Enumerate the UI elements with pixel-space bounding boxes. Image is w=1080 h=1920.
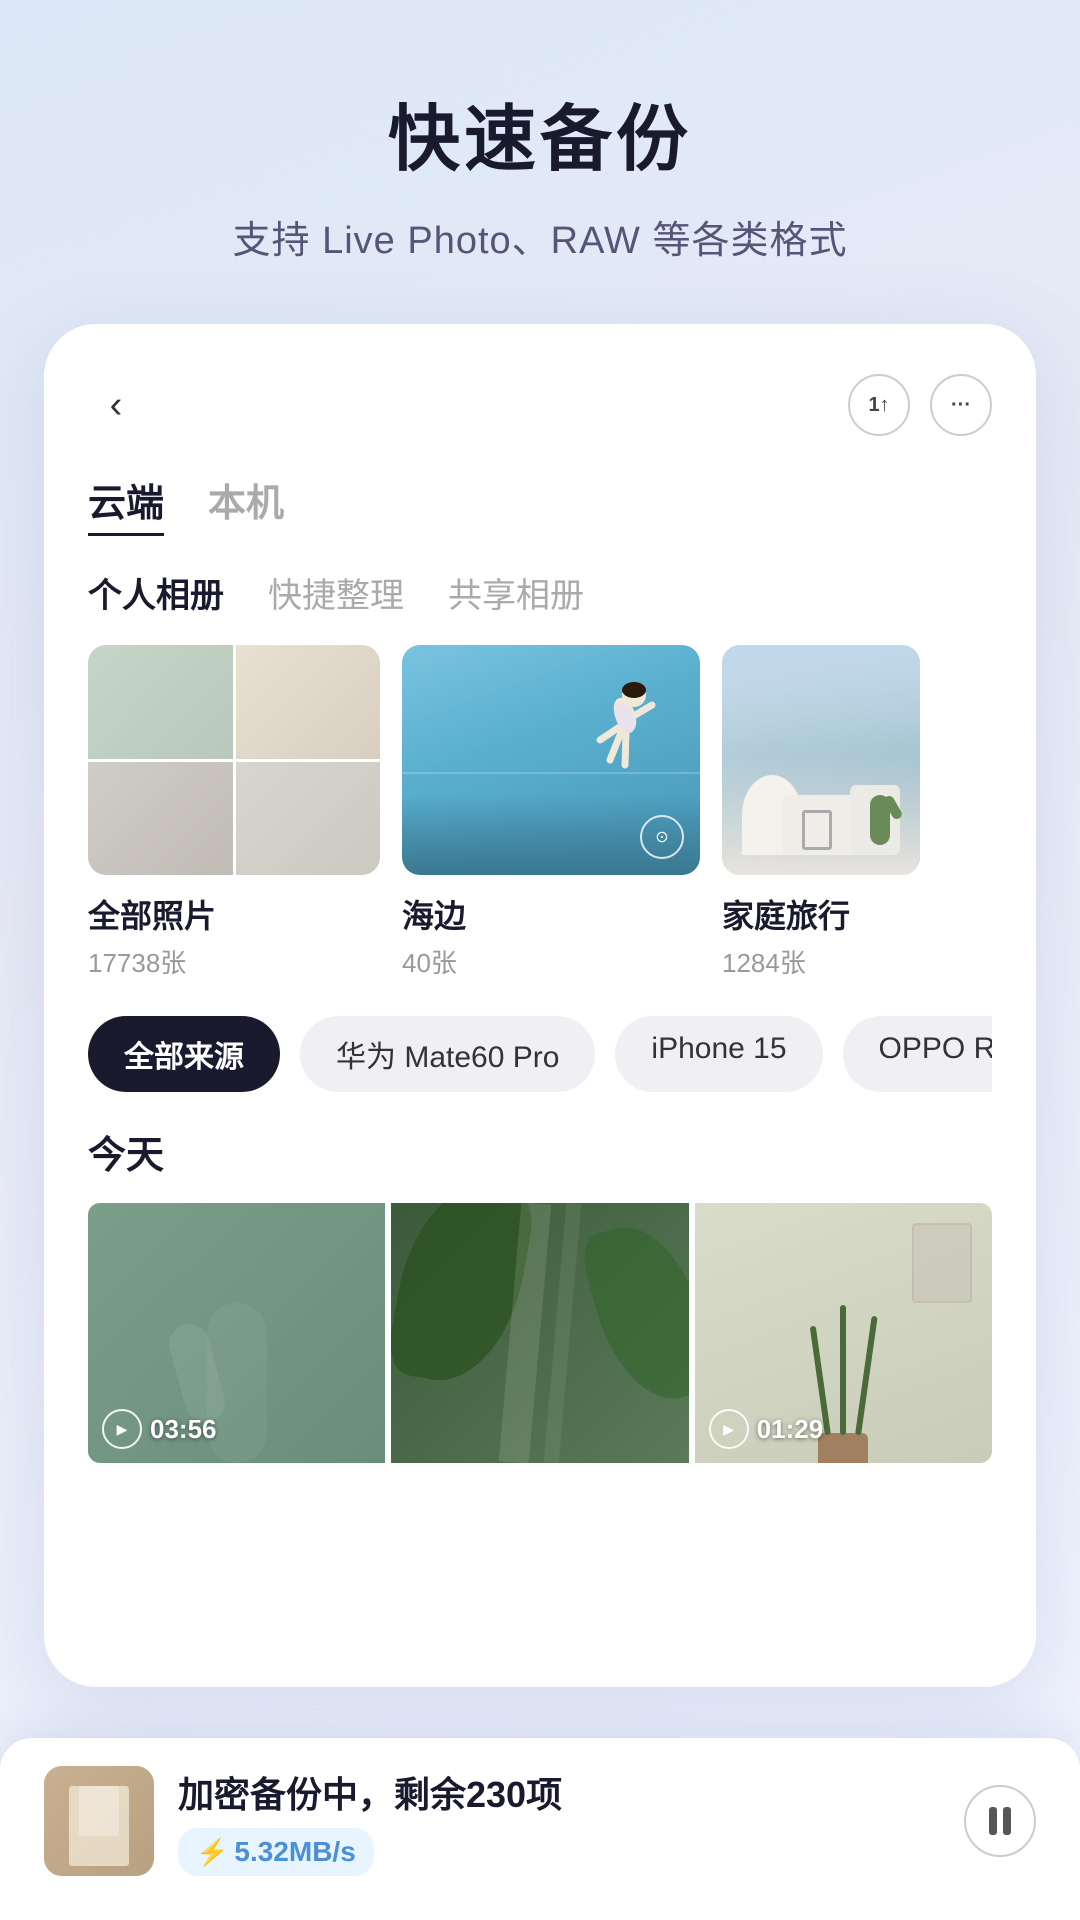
tab-cloud[interactable]: 云端 [88, 472, 164, 536]
main-tabs: 云端 本机 [88, 472, 992, 536]
album-family-count: 1284张 [722, 943, 920, 980]
sub-tabs: 个人相册 快捷整理 共享相册 [88, 568, 992, 617]
today-photos-grid: ▶ 03:56 [88, 1203, 992, 1463]
backup-info: 加密备份中，剩余230项 ⚡ 5.32MB/s [178, 1766, 940, 1876]
album-all-photos[interactable]: 全部照片 17738张 [88, 645, 380, 980]
play-button-1[interactable]: ▶ [102, 1409, 142, 1449]
more-icon-label: ··· [951, 394, 971, 417]
top-icons: 1↑ ··· [848, 374, 992, 436]
family-thumb [722, 645, 920, 875]
phone-card: ‹ 1↑ ··· 云端 本机 个人相册 快捷整理 共享相册 [44, 324, 1036, 1687]
tab-quick-sort[interactable]: 快捷整理 [268, 568, 404, 617]
album-all-count: 17738张 [88, 943, 380, 980]
header-area: 快速备份 支持 Live Photo、RAW 等各类格式 [0, 0, 1080, 304]
albums-row: 全部照片 17738张 [88, 645, 992, 980]
video-duration-1: 03:56 [150, 1414, 217, 1445]
album-all-label: 全部照片 [88, 891, 380, 937]
today-section-title: 今天 [88, 1124, 992, 1179]
sort-icon-button[interactable]: 1↑ [848, 374, 910, 436]
tab-shared-album[interactable]: 共享相册 [448, 568, 584, 617]
beach-thumb: ⊙ [402, 645, 700, 875]
page-title: 快速备份 [60, 80, 1020, 185]
backup-title: 加密备份中，剩余230项 [178, 1766, 940, 1818]
filter-iphone[interactable]: iPhone 15 [615, 1016, 822, 1092]
filter-row: 全部来源 华为 Mate60 Pro iPhone 15 OPPO Reno [88, 1016, 992, 1092]
grid-cell-3 [88, 762, 233, 876]
backup-thumb-image [44, 1766, 154, 1876]
backup-speed-badge: ⚡ 5.32MB/s [178, 1828, 374, 1876]
diver-icon [590, 665, 660, 795]
filter-oppo[interactable]: OPPO Reno [843, 1016, 992, 1092]
tab-personal-album[interactable]: 个人相册 [88, 568, 224, 617]
album-family-label: 家庭旅行 [722, 891, 920, 937]
video-duration-3: 01:29 [757, 1414, 824, 1445]
video-overlay-3: ▶ 01:29 [709, 1409, 824, 1449]
more-options-button[interactable]: ··· [930, 374, 992, 436]
today-photo-3[interactable]: ▶ 01:29 [695, 1203, 992, 1463]
filter-all[interactable]: 全部来源 [88, 1016, 280, 1092]
photo-bg-2 [391, 1203, 688, 1463]
grid-cell-2 [236, 645, 381, 759]
pause-button[interactable] [964, 1785, 1036, 1857]
album-beach[interactable]: ⊙ 海边 40张 [402, 645, 700, 980]
lightning-icon: ⚡ [196, 1837, 228, 1868]
tab-local[interactable]: 本机 [208, 472, 284, 536]
top-bar: ‹ 1↑ ··· [88, 374, 992, 436]
backup-bar: 加密备份中，剩余230项 ⚡ 5.32MB/s [0, 1738, 1080, 1920]
all-photos-thumb [88, 645, 380, 875]
today-photo-2[interactable] [391, 1203, 688, 1463]
filter-huawei[interactable]: 华为 Mate60 Pro [300, 1016, 595, 1092]
sort-icon-label: 1↑ [868, 394, 889, 417]
grid-cell-4 [236, 762, 381, 876]
video-overlay-1: ▶ 03:56 [102, 1409, 217, 1449]
grid-cell-1 [88, 645, 233, 759]
page-subtitle: 支持 Live Photo、RAW 等各类格式 [60, 209, 1020, 264]
pause-icon [989, 1807, 1011, 1835]
play-button-3[interactable]: ▶ [709, 1409, 749, 1449]
album-beach-label: 海边 [402, 891, 700, 937]
speed-value: 5.32MB/s [234, 1836, 355, 1868]
back-button[interactable]: ‹ [88, 377, 144, 433]
album-beach-count: 40张 [402, 943, 700, 980]
today-photo-1[interactable]: ▶ 03:56 [88, 1203, 385, 1463]
live-photo-icon: ⊙ [640, 815, 684, 859]
album-family[interactable]: 家庭旅行 1284张 [722, 645, 920, 980]
